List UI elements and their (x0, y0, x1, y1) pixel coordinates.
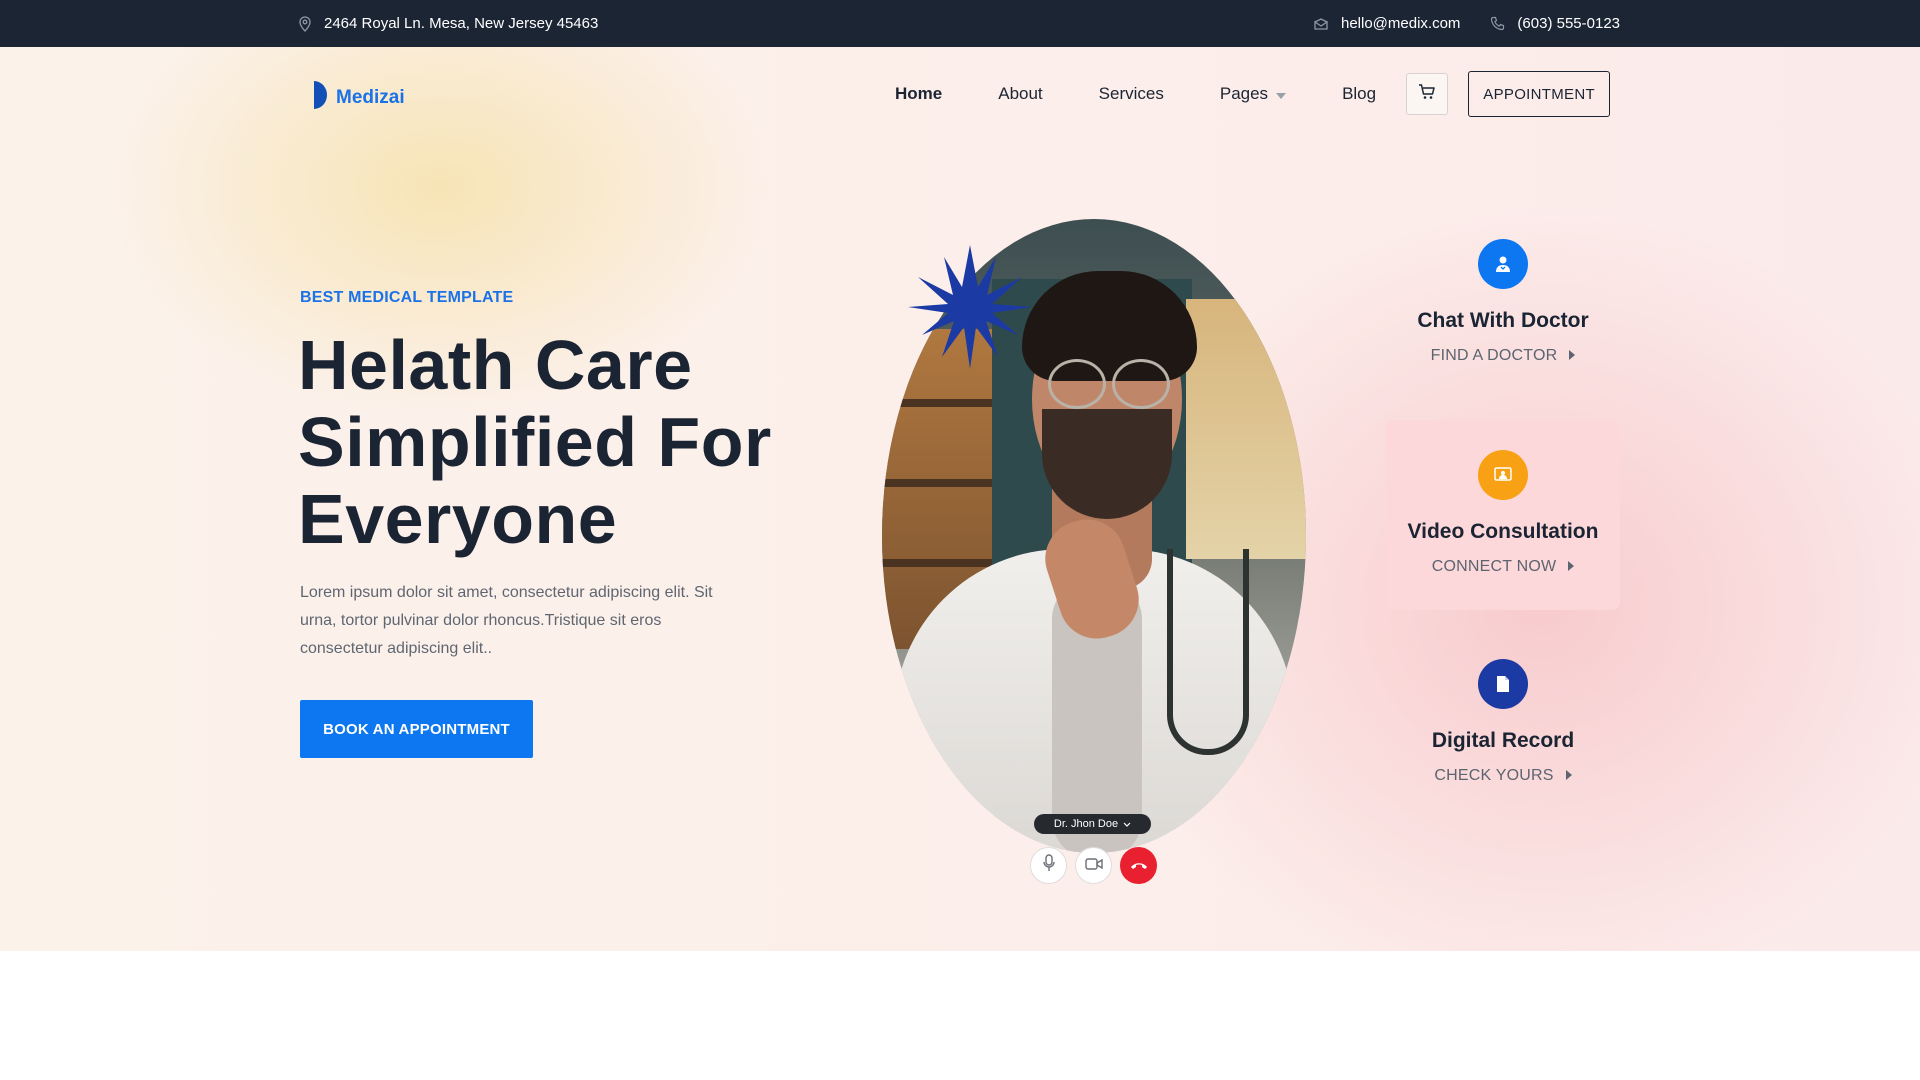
phone-contact[interactable]: (603) 555-0123 (1490, 15, 1620, 32)
doctor-icon (1478, 239, 1528, 289)
feature-title-record: Digital Record (1431, 729, 1575, 752)
brand-name: Medizai (336, 86, 405, 108)
address-text: 2464 Royal Ln. Mesa, New Jersey 45463 (324, 15, 599, 32)
hang-up-button[interactable] (1120, 847, 1157, 884)
email-text[interactable]: hello@medix.com (1341, 15, 1460, 32)
video-consult-icon (1478, 450, 1528, 500)
document-icon (1478, 659, 1528, 709)
envelope-icon (1313, 17, 1329, 31)
nav-pages[interactable]: Pages (1219, 84, 1287, 104)
feature-card-video[interactable]: Video Consultation CONNECT NOW (1386, 420, 1620, 610)
check-yours-link[interactable]: CHECK YOURS (1386, 767, 1620, 785)
check-yours-label: CHECK YOURS (1434, 767, 1554, 784)
video-camera-button[interactable] (1075, 847, 1112, 884)
headline-line-3: Everyone (298, 480, 618, 558)
connect-now-link[interactable]: CONNECT NOW (1386, 558, 1620, 576)
feature-card-record[interactable]: Digital Record CHECK YOURS (1386, 659, 1620, 809)
logo-mark-icon (300, 80, 327, 115)
address: 2464 Royal Ln. Mesa, New Jersey 45463 (298, 0, 598, 47)
microphone-icon (1042, 854, 1056, 877)
caller-name-badge[interactable]: Dr. Jhon Doe (1034, 814, 1151, 834)
hero-section: Medizai Home About Services Pages Blog A… (0, 47, 1920, 951)
cart-icon (1418, 83, 1436, 106)
caret-right-icon (1565, 767, 1572, 785)
headline-line-2: Simplified For (298, 403, 772, 481)
call-controls (1030, 847, 1157, 884)
nav-blog[interactable]: Blog (1342, 84, 1376, 104)
phone-icon (1490, 16, 1505, 31)
feature-title-chat: Chat With Doctor (1417, 309, 1589, 332)
hero-description: Lorem ipsum dolor sit amet, consectetur … (300, 584, 713, 657)
phone-text[interactable]: (603) 555-0123 (1517, 15, 1620, 32)
feature-card-chat[interactable]: Chat With Doctor FIND A DOCTOR (1386, 239, 1620, 417)
connect-now-label: CONNECT NOW (1431, 558, 1557, 575)
brand-logo[interactable]: Medizai (300, 80, 405, 115)
book-appointment-button[interactable]: BOOK AN APPOINTMENT (300, 700, 533, 758)
nav-pages-label: Pages (1219, 84, 1269, 103)
feature-title-video: Video Consultation (1407, 520, 1599, 543)
video-camera-icon (1084, 857, 1103, 875)
find-doctor-label: FIND A DOCTOR (1430, 347, 1558, 364)
microphone-button[interactable] (1030, 847, 1067, 884)
appointment-button[interactable]: APPOINTMENT (1468, 71, 1611, 117)
nav-about[interactable]: About (998, 84, 1042, 104)
hero-tagline: BEST MEDICAL TEMPLATE (300, 289, 514, 306)
chevron-down-icon (1123, 818, 1131, 830)
email-contact[interactable]: hello@medix.com (1313, 15, 1460, 32)
location-pin-icon (298, 15, 312, 32)
hero-headline: Helath Care Simplified For Everyone (298, 327, 772, 558)
hang-up-icon (1130, 857, 1148, 875)
nav-home[interactable]: Home (895, 84, 942, 104)
caller-name: Dr. Jhon Doe (1053, 818, 1119, 830)
headline-line-1: Helath Care (298, 326, 693, 404)
caret-right-icon (1569, 347, 1576, 365)
chevron-down-icon (1276, 84, 1287, 104)
cart-button[interactable] (1406, 73, 1449, 115)
main-navigation: Home About Services Pages Blog APPOINTME… (895, 71, 1611, 117)
nav-services[interactable]: Services (1099, 84, 1164, 104)
starburst-decoration-icon (900, 245, 1040, 374)
find-doctor-link[interactable]: FIND A DOCTOR (1386, 347, 1620, 365)
caret-right-icon (1568, 558, 1575, 576)
top-info-bar: 2464 Royal Ln. Mesa, New Jersey 45463 he… (0, 0, 1920, 47)
